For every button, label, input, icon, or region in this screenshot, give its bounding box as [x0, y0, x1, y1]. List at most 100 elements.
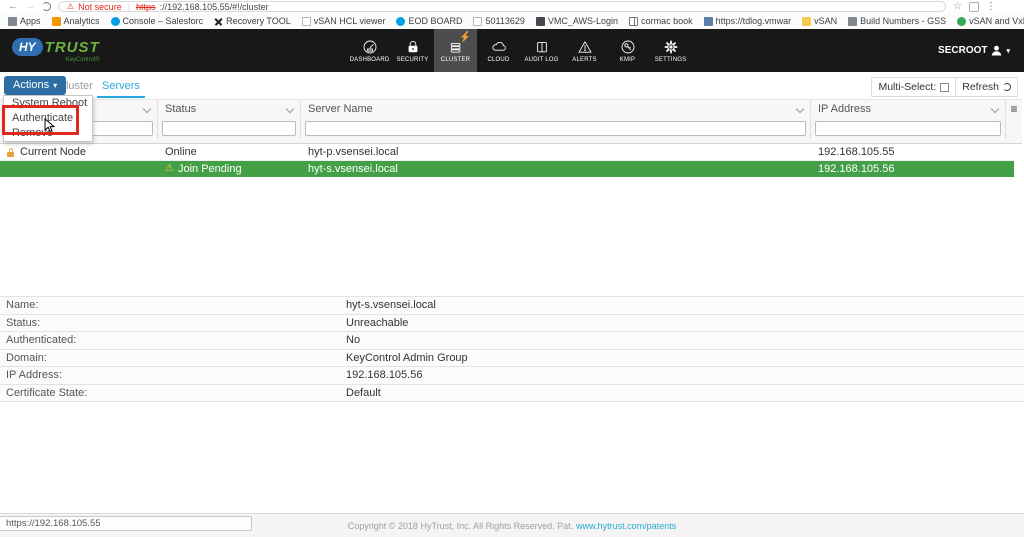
detail-label: Domain: — [0, 352, 346, 364]
multi-select-label: Multi-Select: — [878, 81, 936, 93]
detail-row-status: Status:Unreachable — [0, 315, 1024, 333]
nav-dashboard[interactable]: DASHBOARD — [348, 29, 391, 72]
bookmark-analytics[interactable]: Analytics — [52, 16, 100, 26]
detail-row-authenticated: Authenticated:No — [0, 332, 1024, 350]
bookmark-recovery-tool[interactable]: Recovery TOOL — [214, 16, 291, 26]
bookmark-label: https://tdlog.vmwar — [716, 16, 792, 26]
chevron-down-icon[interactable] — [796, 105, 804, 113]
vmc-icon — [536, 17, 545, 26]
bookmark-vsan-vxrail[interactable]: vSAN and VxRail Un — [957, 16, 1024, 26]
nav-audit-log[interactable]: AUDIT LOG — [520, 29, 563, 72]
multi-select-toggle[interactable]: Multi-Select: — [872, 78, 955, 96]
browser-forward-icon[interactable]: → — [25, 0, 35, 13]
detail-row-ip-address: IP Address:192.168.105.56 — [0, 367, 1024, 385]
table-row-current-node[interactable]: Current Node Online hyt-p.vsensei.local … — [0, 144, 1014, 161]
url-field[interactable]: ⚠ Not secure | https ://192.168.105.55/#… — [58, 1, 946, 12]
cloud-icon — [491, 39, 507, 55]
status-url-bubble: https://192.168.105.55 — [0, 516, 252, 531]
app-header: HY TRUST KeyControl® DASHBOARD SECURITY … — [0, 29, 1024, 72]
detail-row-certificate-state: Certificate State:Default — [0, 385, 1024, 403]
chevron-down-icon[interactable] — [286, 105, 294, 113]
table-row-join-pending[interactable]: ⚠Join Pending hyt-s.vsensei.local 192.16… — [0, 161, 1014, 177]
table-filter-row — [0, 118, 1022, 144]
filter-input-ip-address[interactable] — [815, 121, 1001, 136]
hytrust-logo: HY TRUST KeyControl® — [12, 38, 100, 63]
chevron-down-icon[interactable] — [991, 105, 999, 113]
browser-reload-icon[interactable] — [42, 2, 51, 11]
filter-input-status[interactable] — [162, 121, 296, 136]
multi-select-checkbox[interactable] — [940, 83, 949, 92]
bookmark-label: Console – Salesforc — [123, 16, 204, 26]
detail-row-domain: Domain:KeyControl Admin Group — [0, 350, 1024, 368]
column-menu-icon[interactable]: ≡ — [1006, 100, 1022, 118]
nav-settings[interactable]: SETTINGS — [649, 29, 692, 72]
column-label: Status — [165, 103, 196, 115]
refresh-button[interactable]: Refresh — [955, 78, 1017, 96]
browser-back-icon[interactable]: ← — [8, 0, 18, 13]
logo-keycontrol-text: KeyControl® — [66, 57, 100, 63]
bookmark-apps[interactable]: Apps — [8, 16, 41, 26]
nav-cluster[interactable]: CLUSTER — [434, 29, 477, 72]
column-label: IP Address — [818, 103, 871, 115]
nav-label: ALERTS — [572, 57, 596, 63]
column-header-server-name[interactable]: Server Name — [301, 100, 811, 118]
nav-label: DASHBOARD — [350, 57, 390, 63]
bookmark-label: Apps — [20, 16, 41, 26]
dashboard-icon — [362, 39, 378, 55]
servers-table: Status Server Name IP Address ≡ Current … — [0, 99, 1022, 177]
actions-button[interactable]: Actions▾ — [4, 76, 66, 95]
node-cell: Current Node — [20, 146, 86, 158]
lock-icon — [405, 39, 421, 55]
detail-value: hyt-s.vsensei.local — [346, 299, 436, 311]
column-header-ip-address[interactable]: IP Address — [811, 100, 1006, 118]
filter-input-server-name[interactable] — [305, 121, 806, 136]
bookmark-vsan-hcl[interactable]: vSAN HCL viewer — [302, 16, 386, 26]
tab-servers[interactable]: Servers — [102, 80, 140, 92]
bookmark-cormac-book[interactable]: cormac book — [629, 16, 693, 26]
extension-icon[interactable] — [969, 2, 979, 12]
nav-security[interactable]: SECURITY — [391, 29, 434, 72]
ip-cell: 192.168.105.56 — [811, 163, 1014, 175]
column-header-status[interactable]: Status — [158, 100, 301, 118]
bookmark-vmc-aws[interactable]: VMC_AWS-Login — [536, 16, 618, 26]
copyright-text: Copyright © 2018 HyTrust, Inc. All Right… — [348, 521, 573, 531]
table-header-row: Status Server Name IP Address ≡ — [0, 99, 1022, 118]
nav-alerts[interactable]: ALERTS — [563, 29, 606, 72]
bookmark-label: vSAN and VxRail Un — [969, 16, 1024, 26]
book-icon — [629, 17, 638, 26]
user-menu[interactable]: SECROOT ▾ — [938, 45, 1010, 56]
table-controls: Multi-Select: Refresh — [871, 77, 1018, 97]
url-scheme: https — [136, 2, 156, 12]
warning-triangle-icon — [577, 39, 593, 55]
bookmark-console-salesforce[interactable]: Console – Salesforc — [111, 16, 204, 26]
patents-link[interactable]: www.hytrust.com/patents — [576, 521, 676, 531]
apps-grid-icon — [8, 17, 17, 26]
server-details-panel: Name:hyt-s.vsensei.local Status:Unreacha… — [0, 296, 1024, 402]
detail-value: Default — [346, 387, 381, 399]
bookmark-label: Recovery TOOL — [226, 16, 291, 26]
cursor-arrow-icon — [44, 118, 56, 134]
bookmark-50113629[interactable]: 50113629 — [473, 16, 524, 26]
nav-kmip[interactable]: KMIP — [606, 29, 649, 72]
user-icon — [991, 45, 1002, 56]
browser-menu-icon[interactable]: ⋮ — [986, 1, 996, 13]
nav-label: KMIP — [620, 57, 635, 63]
bookmark-label: vSAN HCL viewer — [314, 16, 386, 26]
gear-icon — [663, 39, 679, 55]
nav-cloud[interactable]: CLOUD — [477, 29, 520, 72]
nav-label: AUDIT LOG — [524, 57, 558, 63]
bookmark-vsan-folder[interactable]: vSAN — [802, 16, 837, 26]
bookmark-star-icon[interactable]: ☆ — [953, 1, 962, 13]
page-icon — [302, 17, 311, 26]
bookmark-build-numbers[interactable]: Build Numbers - GSS — [848, 16, 946, 26]
detail-row-name: Name:hyt-s.vsensei.local — [0, 297, 1024, 315]
bookmark-eod-board[interactable]: EOD BOARD — [396, 16, 462, 26]
bookmark-tdlog[interactable]: https://tdlog.vmwar — [704, 16, 792, 26]
nav-label: CLOUD — [487, 57, 509, 63]
detail-label: Authenticated: — [0, 334, 346, 346]
x-icon — [214, 17, 223, 26]
actions-label: Actions — [13, 79, 49, 91]
chevron-down-icon[interactable] — [143, 105, 151, 113]
detail-value: 192.168.105.56 — [346, 369, 422, 381]
book-icon — [534, 39, 550, 55]
